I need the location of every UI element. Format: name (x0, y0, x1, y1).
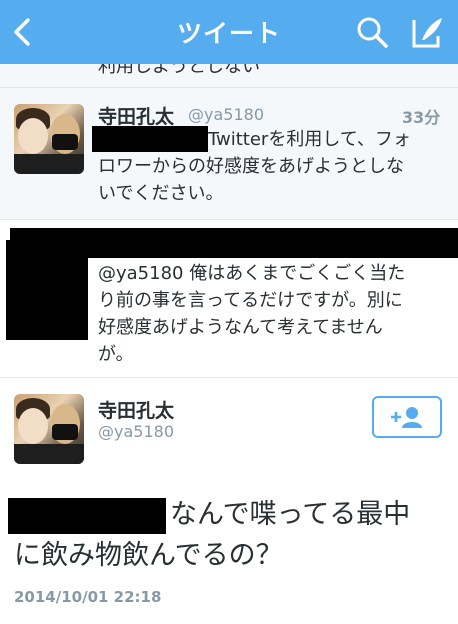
tweet-text-line: 好感度あげようなんて考えてません (98, 317, 383, 338)
tweet-text-line: が。 (98, 344, 134, 365)
tweet-text-line: り前の事を言ってるだけですが。別に (98, 290, 403, 311)
tweet-text-line: いでください。 (98, 183, 224, 204)
compose-button[interactable] (408, 12, 446, 52)
tweet-timestamp: 2014/10/01 22:18 (14, 588, 162, 606)
redaction-bar (8, 498, 166, 534)
user-handle: @ya5180 (98, 422, 174, 441)
avatar[interactable] (14, 104, 84, 174)
tweet-text-line: @ya5180 俺はあくまでごくごく当た (98, 263, 406, 284)
redaction-bar (6, 240, 88, 340)
tweet-body-line: に飲み物飲んでるの？ (14, 540, 283, 571)
tweet-body-line: なんで喋ってる最中 (170, 499, 411, 530)
tweet-text-line: ロワーからの好感度をあげようとしな (98, 156, 404, 177)
search-icon (357, 17, 388, 48)
avatar[interactable] (14, 394, 84, 464)
compose-icon (412, 18, 442, 48)
search-button[interactable] (354, 14, 390, 50)
follow-button[interactable] (372, 396, 442, 438)
cut-off-tweet: 利用しようとしない (0, 64, 458, 88)
tweet-row[interactable]: @ya5180 俺はあくまでごくごく当た り前の事を言ってるだけですが。別に 好… (0, 220, 458, 378)
user-name[interactable]: 寺田孔太 (98, 396, 174, 423)
nav-bar: ツイート (0, 0, 458, 64)
user-handle: @ya5180 (188, 105, 264, 124)
tweet-row[interactable]: 寺田孔太 @ya5180 33分 Twitterを利用して、フォ ロワーからの好… (0, 88, 458, 220)
tweet-detail: 寺田孔太 @ya5180 なんで喋ってる最中 に飲み物飲んでるの？ 2014/1… (0, 378, 458, 624)
cut-off-tweet-text: 利用しようとしない (98, 64, 260, 77)
add-user-icon (391, 407, 422, 428)
tweet-text-line: Twitterを利用して、フォ (208, 129, 411, 150)
redaction-bar (92, 126, 208, 152)
tweet-time: 33分 (402, 108, 441, 127)
user-name[interactable]: 寺田孔太 (98, 102, 174, 129)
